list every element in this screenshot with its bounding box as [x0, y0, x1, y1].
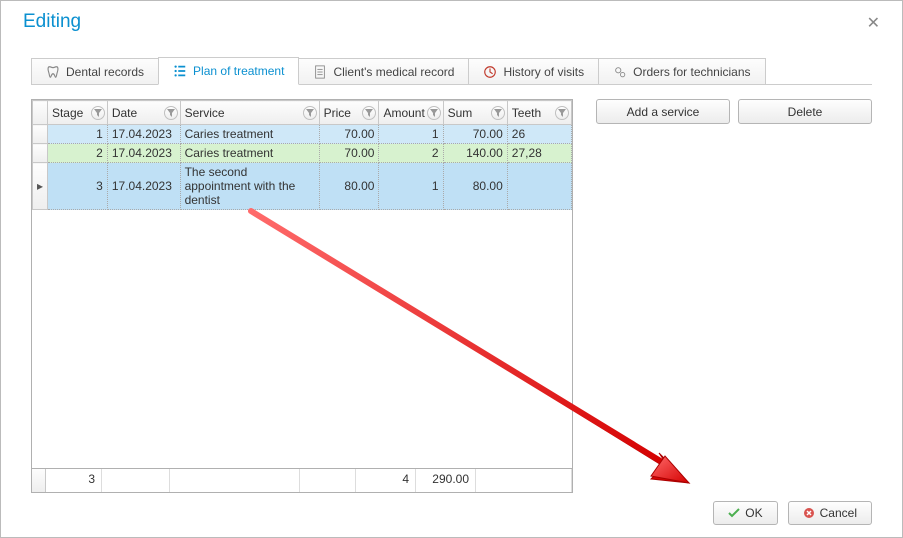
footer-amount-total: 4 — [356, 469, 416, 492]
filter-icon[interactable] — [555, 106, 569, 120]
tab-label: Dental records — [66, 65, 144, 79]
tab-medical-record[interactable]: Client's medical record — [298, 58, 469, 85]
col-stage: Stage — [47, 101, 107, 125]
grid-footer: 3 4 290.00 — [31, 469, 573, 493]
tooth-icon — [46, 65, 60, 79]
table-row[interactable]: ▸ 3 17.04.2023 The second appointment wi… — [33, 163, 572, 210]
cancel-icon — [803, 507, 815, 519]
tab-plan-of-treatment[interactable]: Plan of treatment — [158, 57, 299, 85]
col-teeth: Teeth — [507, 101, 571, 125]
tab-orders[interactable]: Orders for technicians — [598, 58, 765, 85]
treatment-grid[interactable]: Stage Date Service Price Amount Sum Teet… — [31, 99, 573, 469]
tab-dental-records[interactable]: Dental records — [31, 58, 159, 85]
col-date: Date — [107, 101, 180, 125]
tab-label: Plan of treatment — [193, 64, 284, 78]
col-amount: Amount — [379, 101, 443, 125]
filter-icon[interactable] — [491, 106, 505, 120]
editing-dialog: Editing ✕ Dental records Plan of treatme… — [0, 0, 903, 538]
current-row-indicator-icon: ▸ — [33, 163, 48, 210]
col-service: Service — [180, 101, 319, 125]
list-icon — [173, 64, 187, 78]
cancel-button[interactable]: Cancel — [788, 501, 872, 525]
tab-label: Orders for technicians — [633, 65, 750, 79]
tab-strip: Dental records Plan of treatment Client'… — [31, 57, 902, 85]
filter-icon[interactable] — [91, 106, 105, 120]
check-icon — [728, 507, 740, 519]
filter-icon[interactable] — [362, 106, 376, 120]
filter-icon[interactable] — [427, 106, 441, 120]
footer-stage-total: 3 — [46, 469, 102, 492]
gears-icon — [613, 65, 627, 79]
delete-button[interactable]: Delete — [738, 99, 872, 124]
document-icon — [313, 65, 327, 79]
footer-sum-total: 290.00 — [416, 469, 476, 492]
tab-label: History of visits — [503, 65, 584, 79]
tab-label: Client's medical record — [333, 65, 454, 79]
col-sum: Sum — [443, 101, 507, 125]
dialog-title: Editing — [23, 11, 81, 33]
tab-history[interactable]: History of visits — [468, 58, 599, 85]
table-row[interactable]: 1 17.04.2023 Caries treatment 70.00 1 70… — [33, 125, 572, 144]
close-button[interactable]: ✕ — [861, 11, 886, 35]
table-row[interactable]: 2 17.04.2023 Caries treatment 70.00 2 14… — [33, 144, 572, 163]
ok-button[interactable]: OK — [713, 501, 777, 525]
clock-icon — [483, 65, 497, 79]
add-service-button[interactable]: Add a service — [596, 99, 730, 124]
filter-icon[interactable] — [164, 106, 178, 120]
filter-icon[interactable] — [303, 106, 317, 120]
col-price: Price — [319, 101, 379, 125]
